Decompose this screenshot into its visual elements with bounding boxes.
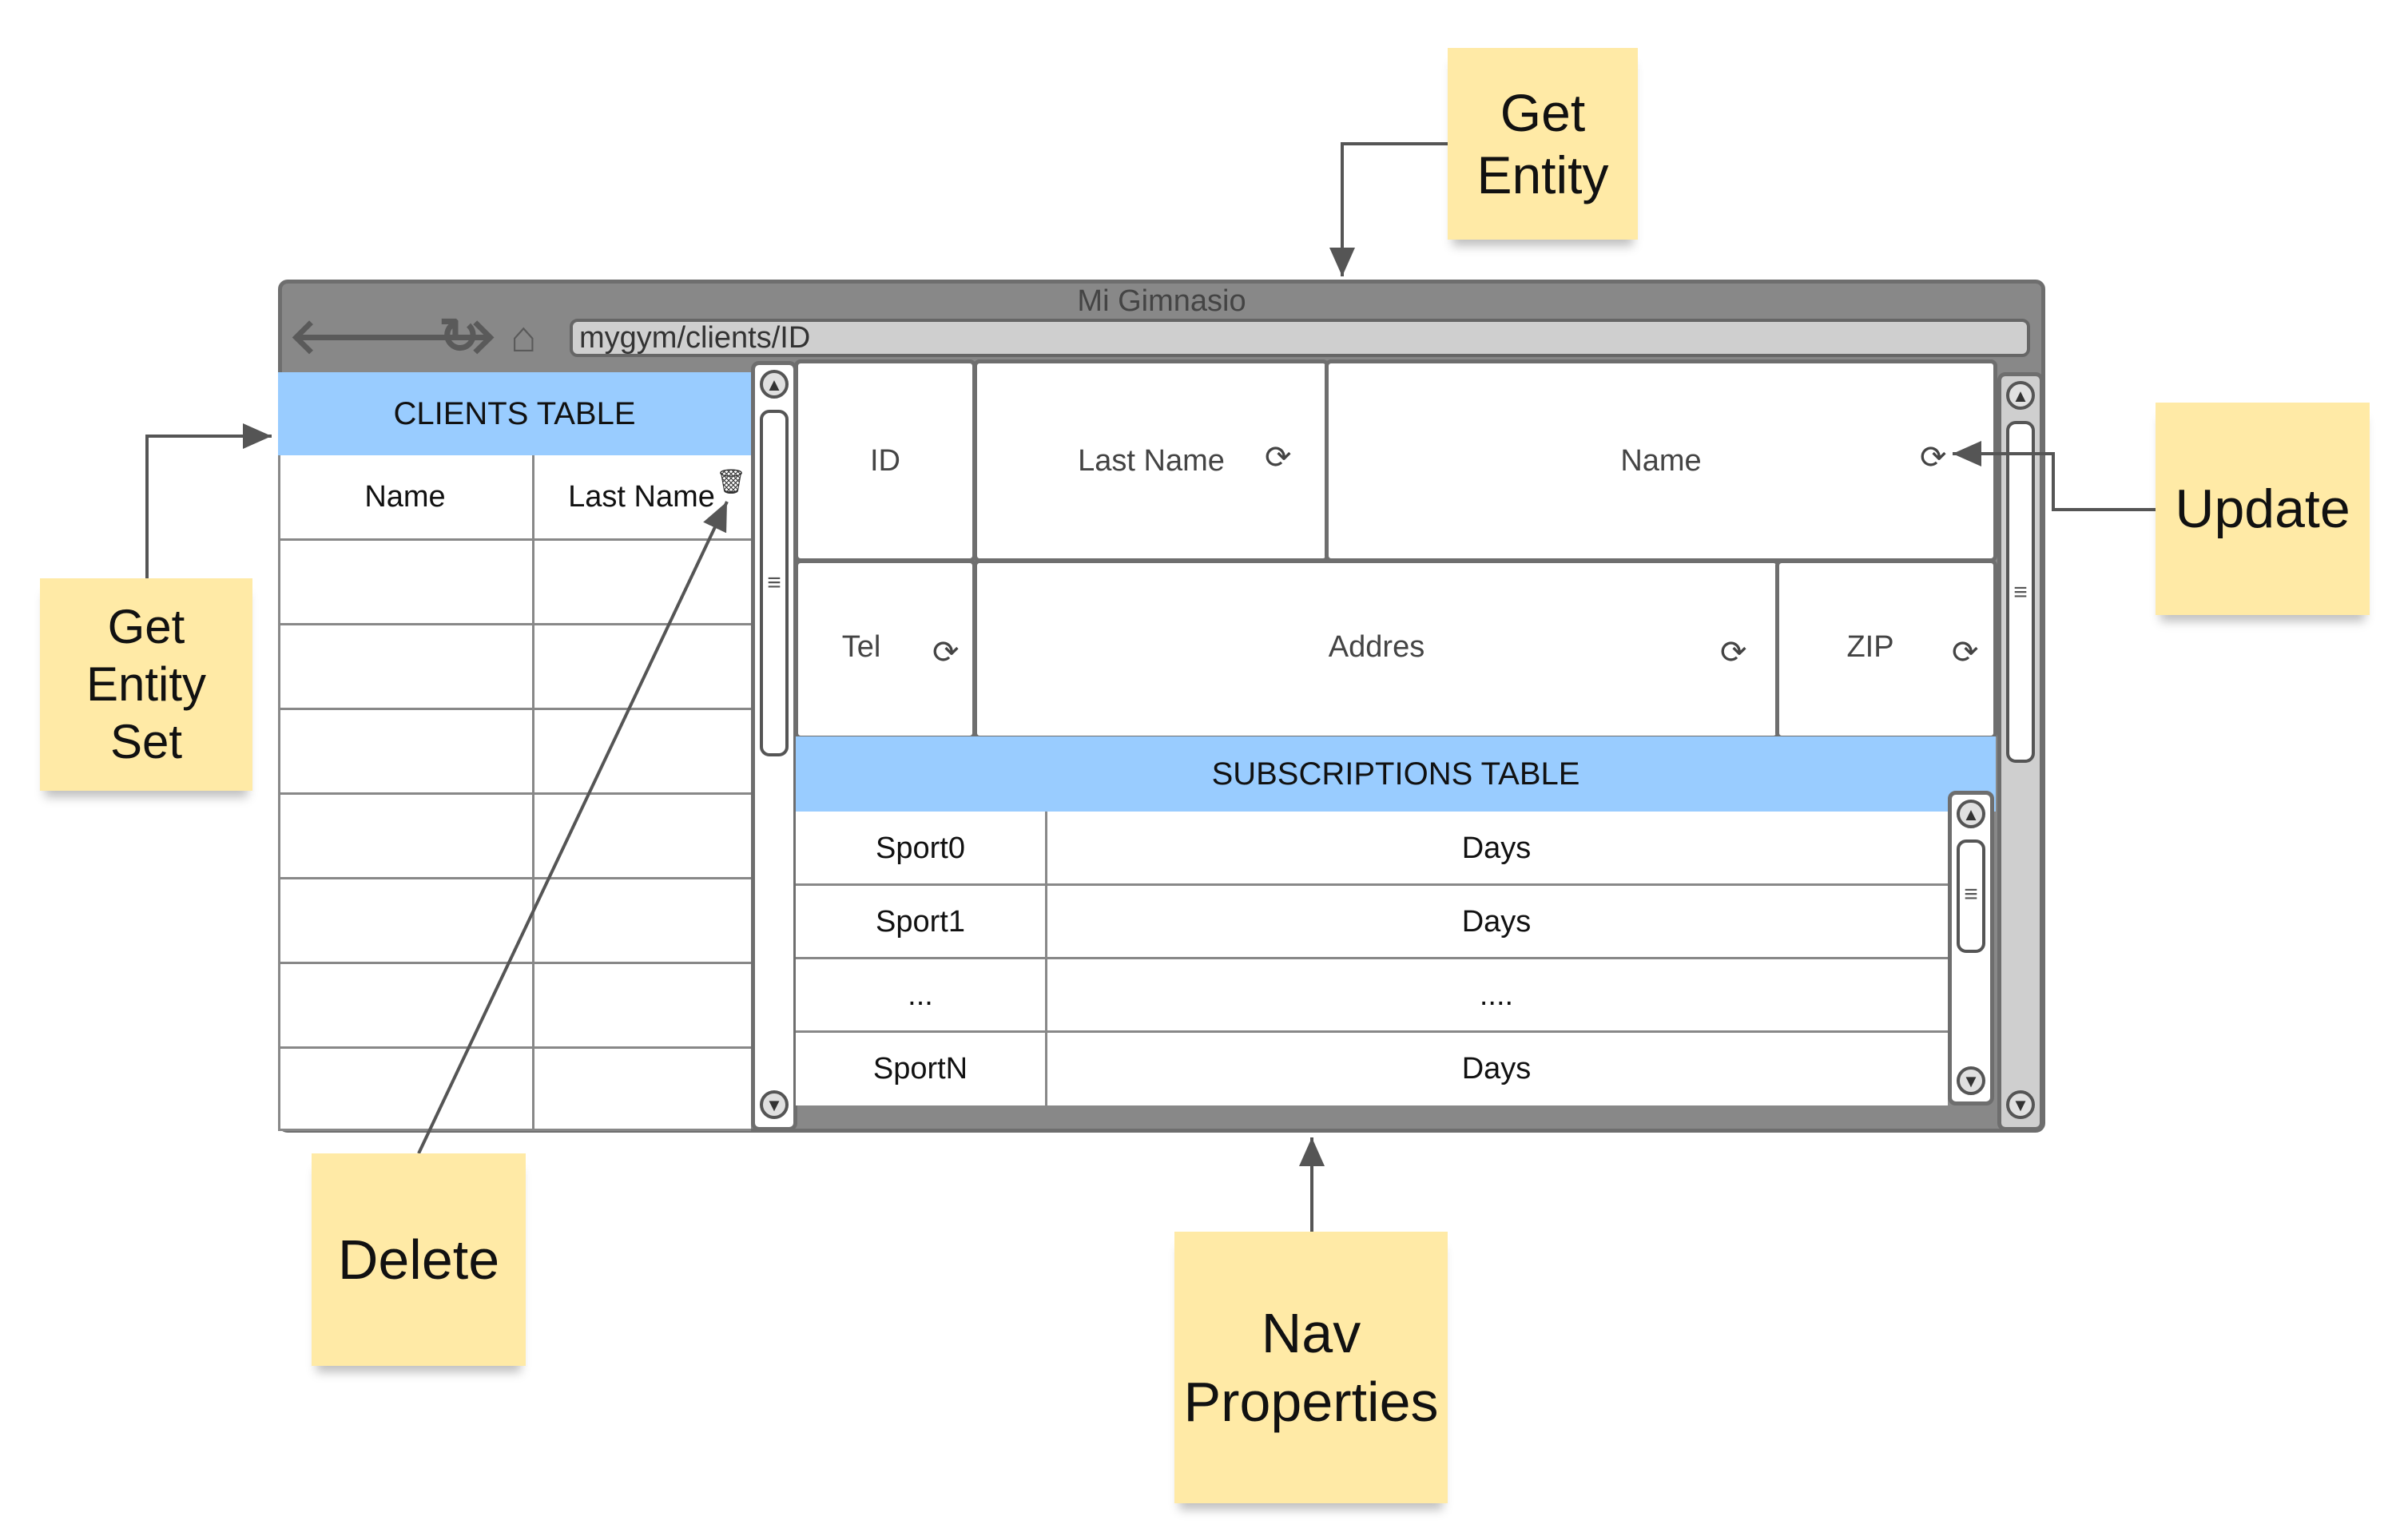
- note-update: Update: [2156, 403, 2370, 615]
- note-nav-properties: Nav Properties: [1174, 1232, 1448, 1503]
- arrow-get-entity: [1329, 142, 1448, 276]
- arrow-get-entity-set: [145, 423, 272, 578]
- arrow-delete: [417, 501, 729, 1154]
- note-delete: Delete: [312, 1153, 526, 1366]
- arrow-update: [1953, 441, 2156, 511]
- note-get-entity-set: Get Entity Set: [40, 578, 252, 791]
- note-get-entity: Get Entity: [1448, 48, 1638, 240]
